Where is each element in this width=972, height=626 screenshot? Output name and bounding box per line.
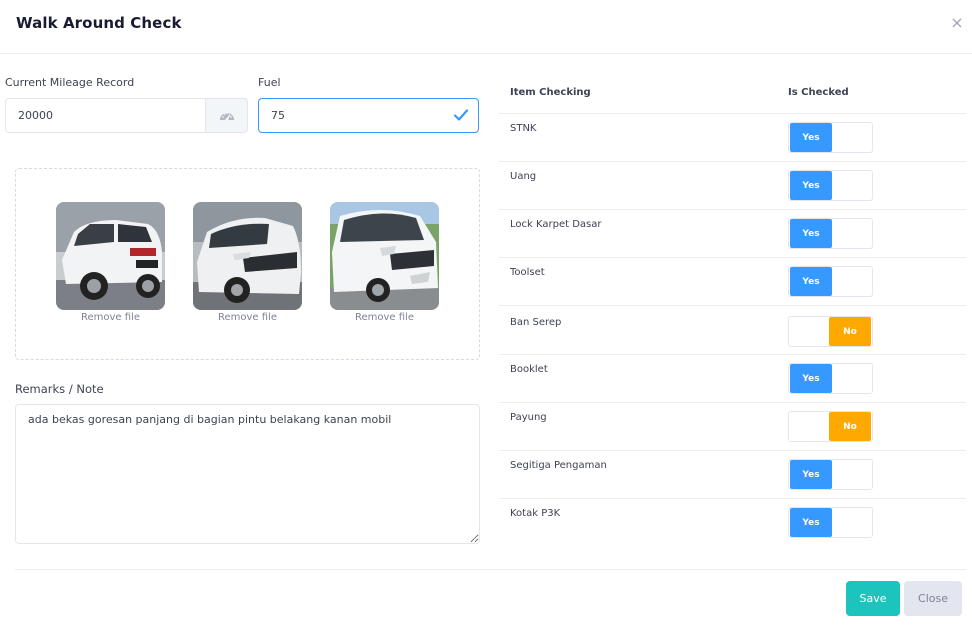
yes-no-toggle[interactable]: Yes [788,218,873,249]
column-header-checked: Is Checked [788,87,849,98]
remove-file-link[interactable]: Remove file [193,312,302,323]
yes-no-toggle[interactable]: Yes [788,266,873,297]
save-button[interactable]: Save [846,581,900,616]
toggle-yes[interactable]: Yes [790,267,832,296]
yes-no-toggle[interactable]: Yes [788,122,873,153]
checklist-item-label: Payung [510,412,547,423]
fuel-input[interactable] [258,98,479,133]
toggle-no[interactable]: No [829,317,871,346]
remove-file-link[interactable]: Remove file [330,312,439,323]
toggle-yes[interactable]: Yes [790,219,832,248]
toggle-yes[interactable]: Yes [790,364,832,393]
checklist-row: Booklet Yes [499,354,966,402]
car-photo [330,202,439,310]
checklist-row: Payung No [499,402,966,450]
yes-no-toggle[interactable]: Yes [788,459,873,490]
fuel-label: Fuel [258,76,281,89]
mileage-label: Current Mileage Record [5,76,135,89]
checklist-item-label: Lock Karpet Dasar [510,219,602,230]
remove-file-link[interactable]: Remove file [56,312,165,323]
yes-no-toggle[interactable]: Yes [788,363,873,394]
yes-no-toggle[interactable]: Yes [788,507,873,538]
modal-footer-divider [15,569,966,570]
walk-around-check-modal: Walk Around Check × Current Mileage Reco… [0,0,972,626]
checklist-row: Lock Karpet Dasar Yes [499,209,966,257]
remarks-label: Remarks / Note [15,382,104,396]
car-photo [193,202,302,310]
checklist-item-label: Booklet [510,364,548,375]
checklist-item-label: Uang [510,171,537,182]
checklist-row: Kotak P3K Yes [499,498,966,546]
yes-no-toggle[interactable]: No [788,411,873,442]
yes-no-toggle[interactable]: No [788,316,873,347]
modal-title: Walk Around Check [16,14,182,32]
checklist-item-label: STNK [510,123,537,134]
checklist-item-label: Toolset [510,267,545,278]
mileage-input[interactable] [5,98,206,133]
toggle-no[interactable]: No [829,412,871,441]
column-header-item: Item Checking [510,87,591,98]
car-photo [56,202,165,310]
checklist-item-label: Segitiga Pengaman [510,460,607,471]
checklist-item-label: Kotak P3K [510,508,561,519]
check-icon [453,109,469,121]
close-icon[interactable]: × [948,14,966,32]
toggle-yes[interactable]: Yes [790,508,832,537]
toggle-yes[interactable]: Yes [790,171,832,200]
checklist-row: STNK Yes [499,113,966,161]
remarks-textarea[interactable]: ada bekas goresan panjang di bagian pint… [15,404,480,544]
checklist-row: Segitiga Pengaman Yes [499,450,966,498]
speedometer-icon [219,111,234,121]
toggle-yes[interactable]: Yes [790,123,832,152]
yes-no-toggle[interactable]: Yes [788,170,873,201]
checklist-row: Ban Serep No [499,305,966,354]
checklist-row: Toolset Yes [499,257,966,305]
mileage-addon [205,98,248,133]
checklist-row: Uang Yes [499,161,966,209]
close-button[interactable]: Close [904,581,962,616]
modal-header: Walk Around Check × [0,0,972,54]
checklist-item-label: Ban Serep [510,317,562,328]
toggle-yes[interactable]: Yes [790,460,832,489]
